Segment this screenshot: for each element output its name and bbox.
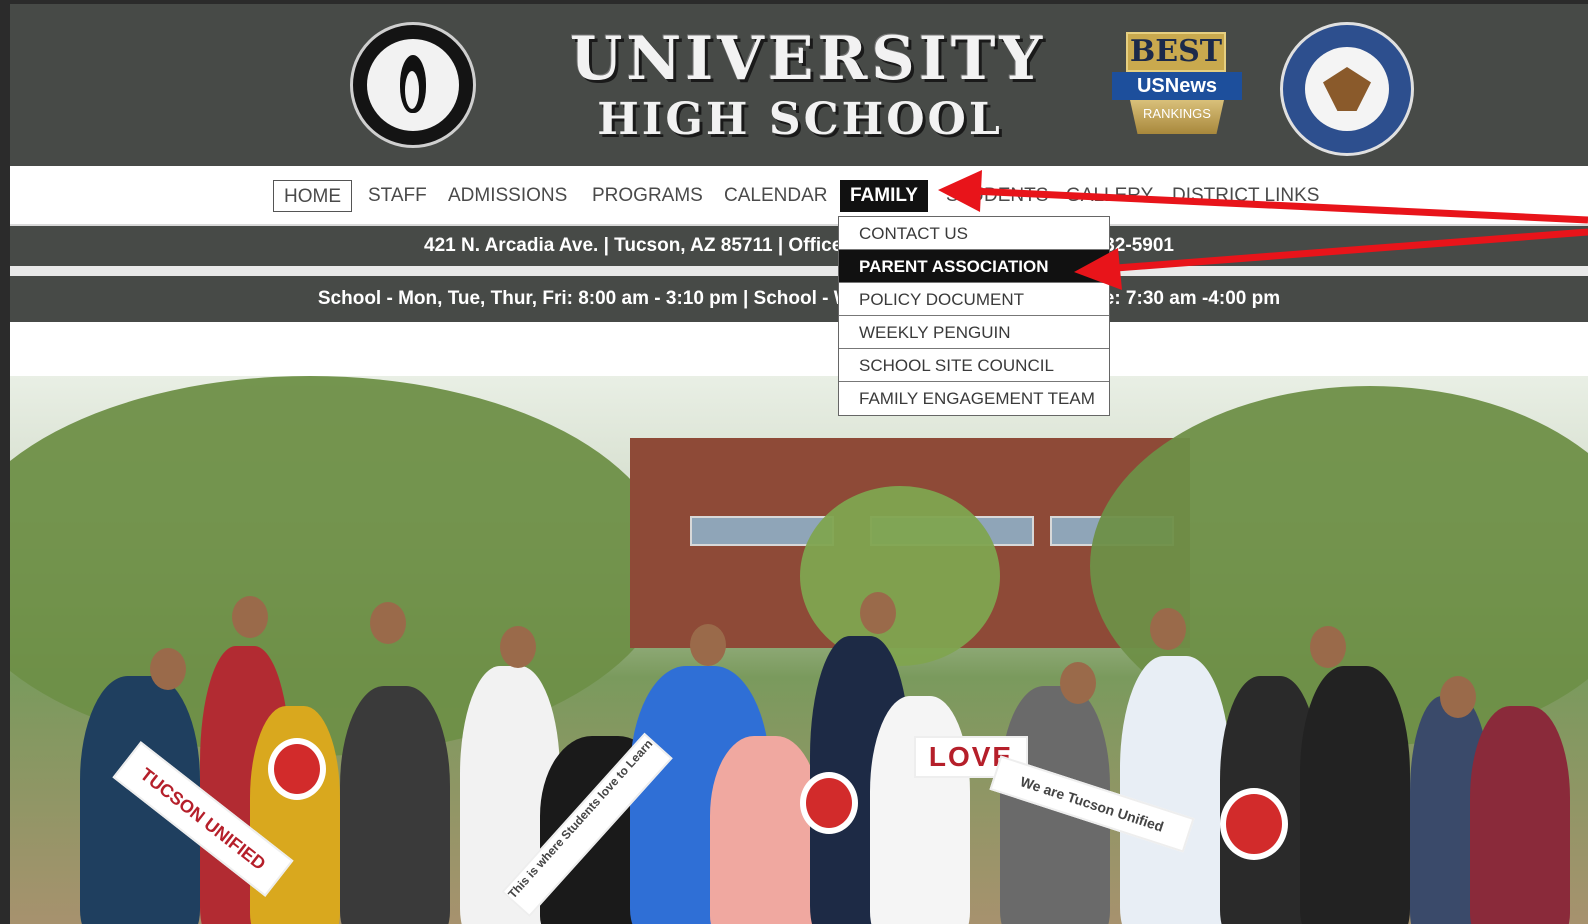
seal-inner <box>1305 47 1389 131</box>
student <box>1470 706 1570 924</box>
nav-staff[interactable]: STAFF <box>358 180 437 212</box>
family-dropdown-menu: CONTACT US PARENT ASSOCIATION POLICY DOC… <box>838 216 1110 416</box>
badge-top: BEST <box>1126 32 1226 72</box>
student-head <box>1060 662 1096 704</box>
hero-photo: TUCSON UNIFIED LOVE We are Tucson Unifie… <box>10 376 1588 924</box>
strip-divider <box>10 266 1588 276</box>
student <box>1300 666 1410 924</box>
dropdown-item-parent-association[interactable]: PARENT ASSOCIATION <box>839 250 1109 283</box>
nav-district-links[interactable]: DISTRICT LINKS <box>1162 180 1329 212</box>
browser-viewport: UNIVERSITY HIGH SCHOOL BEST USNews RANKI… <box>10 4 1588 924</box>
nav-home[interactable]: HOME <box>273 180 352 212</box>
dropdown-item-weekly-penguin[interactable]: WEEKLY PENGUIN <box>839 316 1109 349</box>
main-nav: HOME STAFF ADMISSIONS PROGRAMS CALENDAR … <box>10 166 1588 226</box>
student-head <box>232 596 268 638</box>
student-head <box>1440 676 1476 718</box>
eagle-icon <box>1323 67 1371 111</box>
nav-gallery[interactable]: GALLERY <box>1056 180 1163 212</box>
contact-strip: 421 N. Arcadia Ave. | Tucson, AZ 85711 |… <box>10 226 1588 266</box>
student-head <box>500 626 536 668</box>
student-head <box>150 648 186 690</box>
site-title-line2: HIGH SCHOOL <box>597 94 1003 145</box>
dropdown-item-contact-us[interactable]: CONTACT US <box>839 217 1109 250</box>
student <box>1120 656 1230 924</box>
department-of-education-seal <box>1280 22 1414 156</box>
nav-family[interactable]: FAMILY <box>840 180 928 212</box>
apple-sign <box>1220 788 1288 860</box>
usnews-best-badge: BEST USNews RANKINGS <box>1112 32 1242 138</box>
nav-students[interactable]: STUDENTS <box>936 180 1058 212</box>
student <box>870 696 970 924</box>
dropdown-item-policy-document[interactable]: POLICY DOCUMENT <box>839 283 1109 316</box>
apple-sign <box>800 772 858 834</box>
hours-strip: School - Mon, Tue, Thur, Fri: 8:00 am - … <box>10 276 1588 322</box>
student <box>710 736 820 924</box>
dropdown-item-school-site-council[interactable]: SCHOOL SITE COUNCIL <box>839 349 1109 382</box>
site-title-line1: UNIVERSITY <box>570 24 1047 94</box>
student-head <box>1150 608 1186 650</box>
dropdown-item-family-engagement-team[interactable]: FAMILY ENGAGEMENT TEAM <box>839 382 1109 415</box>
student-head <box>1310 626 1346 668</box>
nav-programs[interactable]: PROGRAMS <box>582 180 713 212</box>
nav-admissions[interactable]: ADMISSIONS <box>438 180 577 212</box>
site-header: UNIVERSITY HIGH SCHOOL BEST USNews RANKI… <box>10 4 1588 166</box>
penguin-belly <box>405 71 419 109</box>
student-head <box>690 624 726 666</box>
student-head <box>860 592 896 634</box>
badge-bottom: RANKINGS <box>1130 100 1224 134</box>
student <box>340 686 450 924</box>
badge-middle: USNews <box>1112 72 1242 100</box>
logo-inner <box>367 39 459 131</box>
tree-center <box>800 486 1000 666</box>
nav-calendar[interactable]: CALENDAR <box>714 180 837 212</box>
student-head <box>370 602 406 644</box>
school-logo[interactable] <box>350 22 476 148</box>
apple-sign <box>268 738 326 800</box>
